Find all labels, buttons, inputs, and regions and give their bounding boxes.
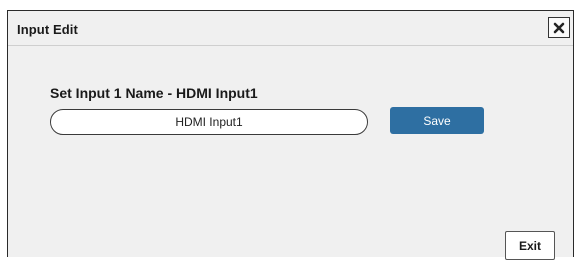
dialog-titlebar: Input Edit	[8, 11, 573, 46]
close-button[interactable]	[548, 17, 570, 38]
dialog-title: Input Edit	[17, 22, 78, 37]
input-edit-dialog: Input Edit Set Input 1 Name - HDMI Input…	[7, 10, 574, 260]
save-button[interactable]: Save	[390, 107, 484, 134]
exit-button[interactable]: Exit	[505, 231, 555, 260]
input-name-label: Set Input 1 Name - HDMI Input1	[50, 85, 258, 101]
input-name-field[interactable]	[50, 109, 368, 135]
close-icon	[553, 22, 565, 34]
